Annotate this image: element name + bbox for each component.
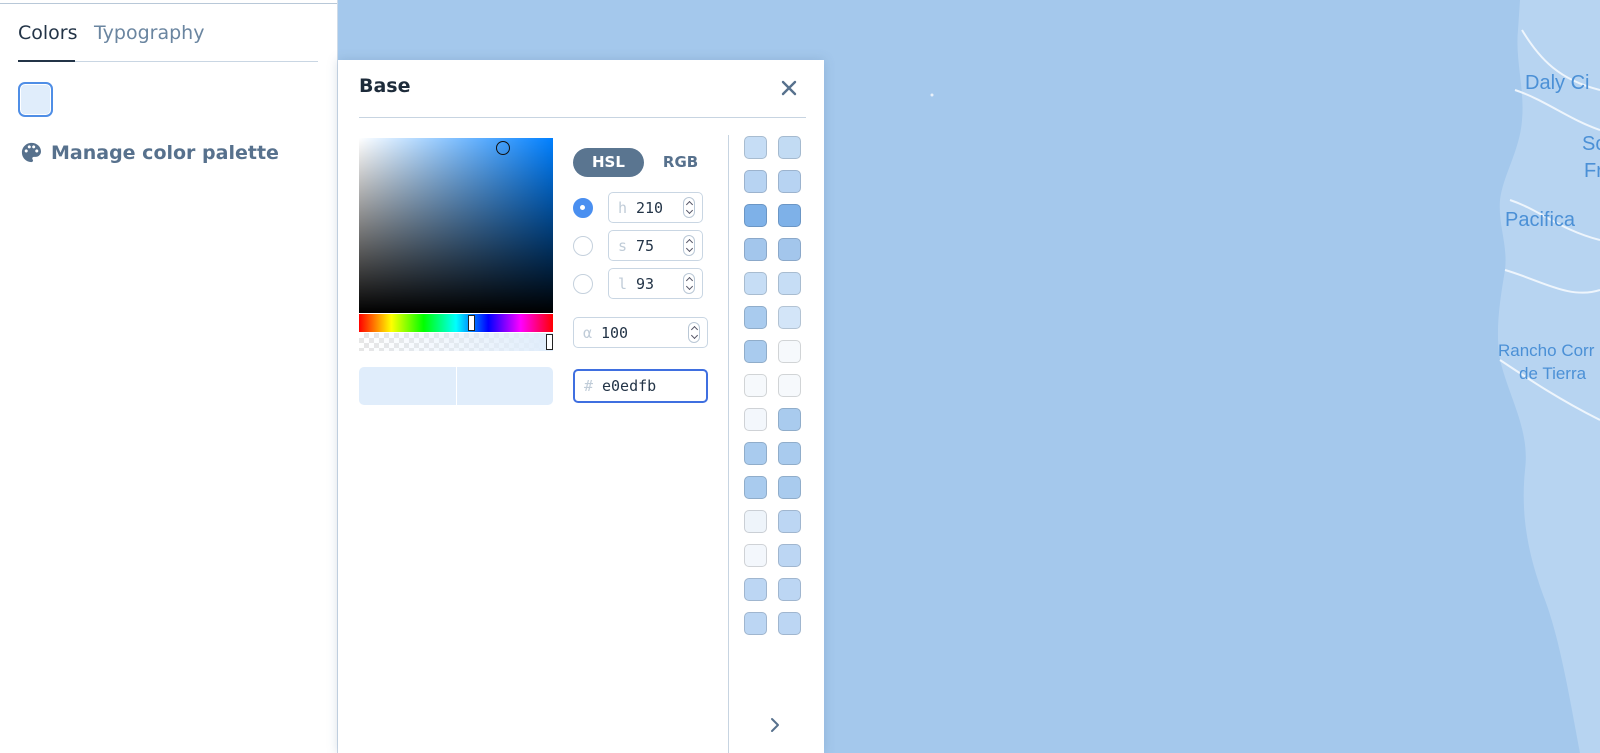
palette-swatch[interactable] bbox=[778, 510, 801, 533]
hex-prefix: # bbox=[583, 377, 594, 395]
channel-l-prefix: l bbox=[617, 274, 628, 293]
color-picker-popover: Base HSL RGB h 210 s 75 l 93 α 100 # e0e… bbox=[338, 60, 824, 753]
chevron-right-icon[interactable] bbox=[765, 715, 785, 735]
channel-l-value[interactable]: 93 bbox=[636, 275, 654, 293]
palette-swatch[interactable] bbox=[744, 340, 767, 363]
hue-slider[interactable] bbox=[359, 314, 553, 332]
palette-swatch[interactable] bbox=[744, 612, 767, 635]
channel-s-value[interactable]: 75 bbox=[636, 237, 654, 255]
palette-swatch[interactable] bbox=[744, 544, 767, 567]
channel-row-alpha: α 100 bbox=[573, 317, 708, 348]
close-icon[interactable] bbox=[778, 77, 800, 99]
alpha-prefix: α bbox=[582, 323, 593, 342]
saturation-lightness-area[interactable] bbox=[359, 138, 553, 313]
palette-swatch[interactable] bbox=[778, 204, 801, 227]
channel-h-field[interactable]: h 210 bbox=[608, 192, 703, 223]
mode-hsl-button[interactable]: HSL bbox=[573, 148, 644, 177]
palette-swatch[interactable] bbox=[778, 578, 801, 601]
picker-header-divider bbox=[359, 117, 806, 118]
palette-swatch[interactable] bbox=[744, 238, 767, 261]
mode-rgb-button[interactable]: RGB bbox=[644, 148, 717, 177]
manage-color-palette-label: Manage color palette bbox=[51, 141, 279, 164]
palette-swatch[interactable] bbox=[778, 442, 801, 465]
alpha-value[interactable]: 100 bbox=[601, 324, 628, 342]
new-color-preview bbox=[455, 367, 553, 405]
palette-swatch[interactable] bbox=[744, 136, 767, 159]
channel-h-stepper[interactable] bbox=[683, 197, 695, 218]
map-label-south-sf-2: Fr bbox=[1584, 160, 1600, 182]
channel-row-h: h 210 bbox=[573, 192, 703, 223]
palette-swatch[interactable] bbox=[778, 136, 801, 159]
style-sidebar: Colors Typography Manage color palette bbox=[0, 0, 338, 753]
channel-l-field[interactable]: l 93 bbox=[608, 268, 703, 299]
palette-swatch[interactable] bbox=[778, 374, 801, 397]
manage-color-palette-button[interactable]: Manage color palette bbox=[20, 141, 279, 164]
hex-value[interactable]: e0edfb bbox=[602, 377, 656, 395]
hue-slider-handle[interactable] bbox=[468, 315, 475, 331]
tab-typography[interactable]: Typography bbox=[94, 22, 204, 44]
palette-swatch[interactable] bbox=[744, 374, 767, 397]
channel-l-radio[interactable] bbox=[573, 273, 593, 294]
sidebar-top-divider bbox=[0, 3, 337, 4]
palette-swatch[interactable] bbox=[744, 578, 767, 601]
palette-swatch[interactable] bbox=[744, 408, 767, 431]
active-tab-indicator bbox=[18, 60, 75, 62]
alpha-field[interactable]: α 100 bbox=[573, 317, 708, 348]
saturation-lightness-handle[interactable] bbox=[496, 141, 510, 155]
palette-swatch[interactable] bbox=[778, 476, 801, 499]
previous-color-preview bbox=[359, 367, 456, 405]
channel-l-stepper[interactable] bbox=[683, 273, 695, 294]
palette-icon bbox=[21, 142, 41, 163]
palette-swatch[interactable] bbox=[778, 544, 801, 567]
palette-swatch[interactable] bbox=[744, 272, 767, 295]
palette-swatch[interactable] bbox=[778, 306, 801, 329]
alpha-slider-handle[interactable] bbox=[546, 334, 553, 350]
palette-divider bbox=[728, 135, 729, 753]
alpha-slider[interactable] bbox=[359, 333, 553, 351]
base-color-swatch[interactable] bbox=[18, 82, 53, 117]
palette-swatch[interactable] bbox=[744, 306, 767, 329]
tab-colors[interactable]: Colors bbox=[18, 22, 78, 44]
channel-s-field[interactable]: s 75 bbox=[608, 230, 703, 261]
color-preview bbox=[359, 367, 553, 405]
palette-swatch[interactable] bbox=[778, 238, 801, 261]
channel-row-l: l 93 bbox=[573, 268, 703, 299]
palette-swatch[interactable] bbox=[744, 204, 767, 227]
palette-swatch[interactable] bbox=[744, 442, 767, 465]
sidebar-tabs: Colors Typography bbox=[18, 14, 318, 62]
palette-swatch[interactable] bbox=[744, 170, 767, 193]
palette-swatch[interactable] bbox=[744, 510, 767, 533]
channel-h-value[interactable]: 210 bbox=[636, 199, 663, 217]
map-label-south-sf-1: Sc bbox=[1582, 133, 1600, 155]
map-label-daly-city: Daly Ci bbox=[1525, 72, 1590, 94]
palette-swatch[interactable] bbox=[744, 476, 767, 499]
channel-s-radio[interactable] bbox=[573, 235, 593, 256]
palette-swatch[interactable] bbox=[778, 340, 801, 363]
channel-row-s: s 75 bbox=[573, 230, 703, 261]
channel-s-stepper[interactable] bbox=[683, 235, 695, 256]
channel-s-prefix: s bbox=[617, 236, 628, 255]
palette-swatch[interactable] bbox=[778, 272, 801, 295]
palette-swatch[interactable] bbox=[778, 408, 801, 431]
hex-input[interactable]: # e0edfb bbox=[573, 369, 708, 403]
alpha-stepper[interactable] bbox=[688, 322, 700, 343]
channel-h-prefix: h bbox=[617, 198, 628, 217]
palette-swatch[interactable] bbox=[778, 612, 801, 635]
palette-swatch[interactable] bbox=[778, 170, 801, 193]
map-label-pacifica: Pacifica bbox=[1505, 209, 1576, 231]
map-label-rancho-2: de Tierra bbox=[1519, 364, 1587, 383]
channel-h-radio[interactable] bbox=[573, 197, 593, 218]
color-mode-toggle: HSL RGB bbox=[573, 148, 717, 177]
map-label-rancho-1: Rancho Corr bbox=[1498, 341, 1595, 360]
picker-title: Base bbox=[359, 75, 411, 97]
